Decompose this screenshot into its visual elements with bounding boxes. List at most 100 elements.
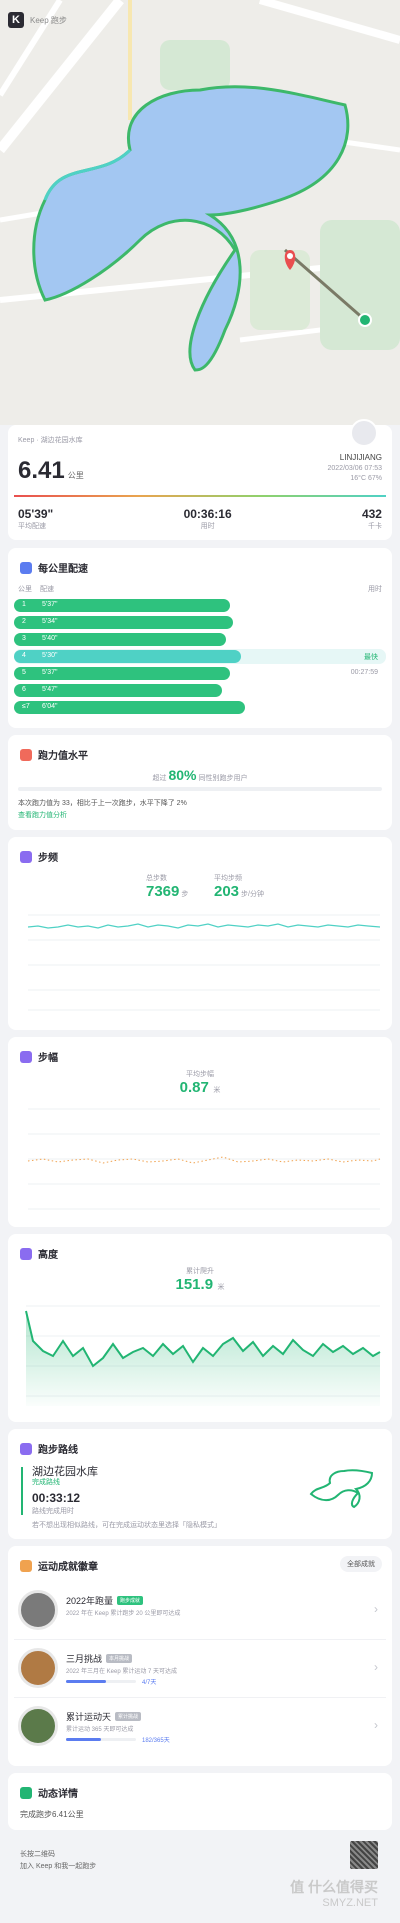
pace-km: 2 — [22, 618, 26, 625]
stride-card: 步幅 平均步幅 0.87 米 — [8, 1037, 392, 1227]
moments-title: 动态详情 — [20, 1785, 78, 1800]
elevation-card: 高度 累计爬升 151.9 米 — [8, 1234, 392, 1422]
pace-value: 5'30" — [42, 652, 58, 659]
pace-title: 每公里配速 — [20, 560, 88, 575]
pace-row: 1 5'37" — [14, 598, 386, 613]
pace-row: 5 5'37" 00:27:59 — [14, 666, 386, 681]
pace-value: 5'34" — [42, 618, 58, 625]
elevation-area — [26, 1311, 380, 1406]
route-time: 00:33:12 — [32, 1491, 81, 1505]
ability-link[interactable]: 查看跑力值分析 — [18, 810, 67, 820]
fastest-label: 最快 — [364, 654, 378, 661]
weather-info: 16°C 67% — [350, 475, 382, 482]
badge-name-text: 2022年跑量 — [66, 1596, 114, 1606]
pace-col-km: 公里 — [18, 586, 32, 593]
pace-km: 6 — [22, 686, 26, 693]
stride-title: 步幅 — [20, 1049, 58, 1064]
badge-name-text: 累计运动天 — [66, 1712, 112, 1722]
pace-col-pace: 配速 — [40, 586, 54, 593]
route-desc: 若不想出现相似路线，可在完成运动状态里选择「隐私模式」 — [32, 1522, 221, 1529]
pace-row: 3 5'40" — [14, 632, 386, 647]
stat-duration: 00:36:16 用时 — [183, 507, 232, 530]
footer-brand: 值 什么值得买 — [290, 1879, 378, 1895]
footer-line2: 加入 Keep 和我一起跑步 — [20, 1863, 97, 1870]
elevation-title: 高度 — [20, 1246, 58, 1261]
moments-text: 完成跑步6.41公里 — [20, 1810, 84, 1819]
ability-bar — [18, 787, 382, 791]
pace-km: 5 — [22, 669, 26, 676]
elevation-gain-label: 累计爬升 — [186, 1268, 214, 1275]
badge-name: 2022年跑量 跑步成就 — [66, 1594, 144, 1607]
pace-km: ≤7 — [22, 703, 30, 710]
route-timeline — [21, 1467, 23, 1515]
cadence-line — [27, 923, 381, 929]
distance-value: 6.41 — [18, 457, 65, 484]
route-thumbnail-icon — [309, 1469, 374, 1509]
cadence-card: 步频 总步数 平均步频 7369 步 203 步/分钟 — [8, 837, 392, 1030]
badge-count: 4/7天 — [142, 1680, 157, 1686]
route-title: 跑步路线 — [20, 1441, 78, 1456]
cadence-avg-label: 平均步频 — [214, 875, 242, 882]
badge-item[interactable]: 2022年跑量 跑步成就 2022 年在 Keep 累计跑步 20 公里即可达成 › — [14, 1582, 386, 1640]
stride-chart — [27, 1108, 381, 1210]
stride-points — [27, 1156, 381, 1164]
badges-card: 运动成就徽章 全部成就 2022年跑量 跑步成就 2022 年在 Keep 累计跑步… — [8, 1546, 392, 1766]
distance-unit: 公里 — [67, 471, 84, 480]
badge-tag: 累计挑战 — [115, 1712, 142, 1721]
footer-line1: 长按二维码 — [20, 1851, 55, 1858]
stat-calories: 432 千卡 — [361, 507, 382, 530]
pace-card: 每公里配速 公里 配速 用时 1 5'37" 2 5'34" 3 5'40" 4 5'30" 最… — [8, 548, 392, 728]
footer: 长按二维码 加入 Keep 和我一起跑步 值 什么值得买 SMYZ.NET — [8, 1837, 392, 1917]
pace-icon — [20, 561, 32, 574]
elevation-chart — [25, 1305, 381, 1406]
all-badges-button[interactable]: 全部成就 — [340, 1556, 382, 1572]
route-icon — [20, 1442, 32, 1455]
moments-card: 动态详情 完成跑步6.41公里 — [8, 1773, 392, 1830]
route-breadcrumb: Keep · 湖边花园水库 — [18, 437, 83, 444]
cadence-icon — [20, 850, 32, 863]
badge-item[interactable]: 累计运动天 累计挑战 累计运动 365 天即可达成 182/365天 › — [14, 1698, 386, 1756]
pace-value: 5'40" — [42, 635, 58, 642]
moments-icon — [20, 1786, 32, 1799]
pace-row: 6 5'47" — [14, 683, 386, 698]
cadence-total-unit: 步 — [181, 891, 189, 898]
chevron-right-icon: › — [374, 1602, 378, 1616]
elevation-gain: 151.9 — [175, 1276, 214, 1293]
pace-row: 2 5'34" — [14, 615, 386, 630]
pace-km: 3 — [22, 635, 26, 642]
ability-card: 跑力值水平 超过 80% 同性别跑步用户 本次跑力值为 33，相比于上一次跑步，… — [8, 735, 392, 830]
route-card[interactable]: 跑步路线 湖边花园水库 完成路线 00:33:12 路线完成用时 若不想出现相似… — [8, 1429, 392, 1539]
badges-icon — [20, 1559, 32, 1572]
ability-title: 跑力值水平 — [20, 747, 88, 762]
cadence-chart — [27, 914, 381, 1011]
ability-desc: 本次跑力值为 33，相比于上一次跑步，水平下降了 2% — [18, 800, 187, 807]
route-map[interactable]: K Keep 跑步 — [0, 0, 400, 425]
cadence-avg-unit: 步/分钟 — [241, 891, 264, 898]
badge-name-text: 三月挑战 — [66, 1654, 103, 1664]
app-watermark: Keep 跑步 — [30, 16, 67, 25]
stat-avg-pace: 05'39" 平均配速 — [18, 507, 54, 530]
route-sub: 完成路线 — [32, 1479, 60, 1486]
badge-tag: 跑步成就 — [117, 1596, 144, 1605]
badge-desc: 累计运动 365 天即可达成 — [66, 1727, 134, 1733]
user-name: LINJIJIANG — [339, 453, 382, 462]
end-point-icon — [358, 313, 372, 327]
elevation-icon — [20, 1247, 32, 1260]
pace-row: 4 5'30" 最快 — [14, 649, 386, 664]
badge-item[interactable]: 三月挑战 本月挑战 2022 年三月在 Keep 累计运动 7 天可达成 4/7天 › — [14, 1640, 386, 1698]
qr-code-icon[interactable] — [350, 1841, 378, 1869]
cadence-total-label: 总步数 — [146, 875, 167, 882]
stats-row: 05'39" 平均配速 00:36:16 用时 432 千卡 — [18, 507, 382, 531]
pace-col-time: 用时 — [368, 586, 382, 593]
cadence-title: 步频 — [20, 849, 58, 864]
stride-avg-label: 平均步幅 — [186, 1071, 214, 1078]
stride-avg: 0.87 — [179, 1079, 209, 1096]
badge-desc: 2022 年在 Keep 累计跑步 20 公里即可达成 — [66, 1611, 181, 1617]
badge-count: 182/365天 — [142, 1738, 170, 1744]
avatar[interactable] — [350, 419, 378, 447]
pace-row: ≤7 6'04" — [14, 700, 386, 715]
badge-progress-track — [66, 1680, 136, 1683]
stride-icon — [20, 1050, 32, 1063]
badges-title: 运动成就徽章 — [20, 1558, 98, 1573]
pace-rows: 1 5'37" 2 5'34" 3 5'40" 4 5'30" 最快 5 5'37" 00:27:59… — [14, 598, 386, 717]
